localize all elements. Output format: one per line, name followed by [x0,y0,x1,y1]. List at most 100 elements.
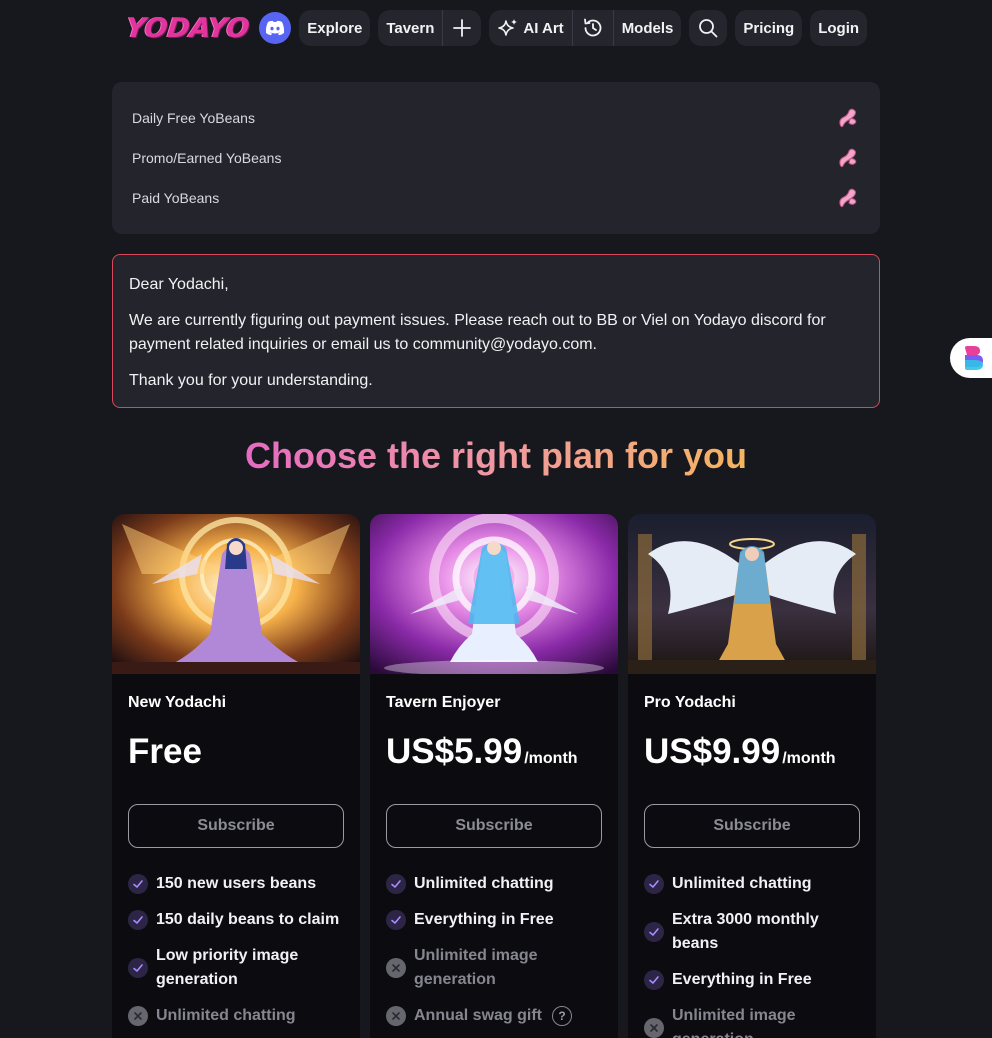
plan-price: US$5.99 /month [386,732,602,774]
plan-price: US$9.99 /month [644,732,860,774]
extension-logo-icon [965,346,983,370]
top-nav: YODAYO Explore Tavern AI Art Models Pric… [124,10,868,46]
ai-art-link[interactable]: AI Art [489,10,571,46]
help-icon[interactable]: ? [552,1006,572,1026]
notice-closing: Thank you for your understanding. [129,372,373,389]
bean-row-daily: Daily Free YoBeans [132,98,860,138]
login-button[interactable]: Login [810,10,868,46]
plus-icon [453,19,472,37]
feature-text: 150 daily beans to claim [156,911,340,928]
yodayo-logo[interactable]: YODAYO [124,13,251,44]
price-value: US$5.99 [386,732,523,771]
feature-item: Everything in Free [386,908,602,932]
feature-item: Unlimited image generation [644,1004,860,1038]
cross-icon [386,1006,406,1026]
pricing-link[interactable]: Pricing [735,10,803,46]
feature-item: 150 new users beans [128,872,344,896]
price-value: US$9.99 [644,732,781,771]
tavern-link[interactable]: Tavern [378,10,442,46]
plan-artwork [112,514,360,674]
feature-text: Everything in Free [672,971,812,988]
feature-text: Annual swag gift [414,1007,542,1024]
bean-label: Paid YoBeans [132,190,220,206]
price-value: Free [128,732,202,771]
new-chat-button[interactable] [442,10,481,46]
subscribe-button[interactable]: Subscribe [128,804,344,848]
feature-item: Everything in Free [644,968,860,992]
feature-text: Unlimited image generation [414,947,538,988]
search-icon [699,19,718,38]
history-icon [583,18,602,37]
price-unit: /month [782,750,836,767]
discord-icon [266,20,285,36]
subscribe-button[interactable]: Subscribe [644,804,860,848]
tavern-label: Tavern [386,19,435,37]
sparkle-icon [498,19,518,36]
feature-item: Unlimited chatting [386,872,602,896]
check-icon [128,958,148,978]
pricing-headline: Choose the right plan for you [0,432,992,480]
feature-item: Unlimited chatting [128,1004,344,1028]
plan-artwork [628,514,876,674]
price-unit: /month [524,750,578,767]
check-icon [386,874,406,894]
bean-label: Daily Free YoBeans [132,110,255,126]
payment-notice: Dear Yodachi, We are currently figuring … [112,254,880,408]
models-label: Models [621,19,674,37]
pricing-label: Pricing [743,19,795,37]
plan-name: Tavern Enjoyer [386,694,501,711]
feature-list: Unlimited chatting Everything in Free Un… [386,872,602,1028]
feature-item: Low priority image generation [128,944,344,992]
headline-text: Choose the right plan for you [245,435,747,476]
plan-name: New Yodachi [128,694,227,711]
bean-row-paid: Paid YoBeans [132,178,860,218]
login-label: Login [818,19,860,37]
feature-text: Unlimited image generation [672,1007,796,1038]
beans-balance-panel: Daily Free YoBeans Promo/Earned YoBeans … [112,82,880,234]
plan-artwork [370,514,618,674]
feature-text: Unlimited chatting [414,875,554,892]
bean-icon [839,108,857,128]
check-icon [386,910,406,930]
check-icon [644,970,664,990]
plan-card-pro-yodachi: Pro Yodachi US$9.99 /month Subscribe Unl… [628,514,876,1038]
check-icon [644,874,664,894]
cross-icon [386,958,406,978]
explore-label: Explore [307,19,363,37]
floating-extension-button[interactable] [950,338,992,378]
explore-link[interactable]: Explore [299,10,371,46]
check-icon [644,922,664,942]
bean-icon [839,188,857,208]
notice-greeting: Dear Yodachi, [129,276,229,293]
feature-list: 150 new users beans 150 daily beans to c… [128,872,344,1028]
bean-row-promo: Promo/Earned YoBeans [132,138,860,178]
subscribe-button[interactable]: Subscribe [386,804,602,848]
check-icon [128,910,148,930]
bean-icon [839,148,857,168]
models-link[interactable]: Models [612,10,682,46]
feature-text: Unlimited chatting [156,1007,296,1024]
feature-text: Everything in Free [414,911,554,928]
feature-text: Low priority image generation [156,947,299,988]
feature-item: Unlimited image generation [386,944,602,992]
plan-name: Pro Yodachi [644,694,736,711]
feature-text: Extra 3000 monthly beans [672,911,819,952]
cross-icon [644,1018,664,1038]
ai-art-label: AI Art [523,19,564,37]
feature-item: 150 daily beans to claim [128,908,344,932]
plan-card-tavern-enjoyer: Tavern Enjoyer US$5.99 /month Subscribe … [370,514,618,1038]
feature-item: Annual swag gift ? [386,1004,602,1028]
feature-item: Extra 3000 monthly beans [644,908,860,956]
feature-text: 150 new users beans [156,875,317,892]
tavern-group: Tavern [378,10,482,46]
feature-list: Unlimited chatting Extra 3000 monthly be… [644,872,860,1038]
search-button[interactable] [689,10,728,46]
check-icon [128,874,148,894]
history-button[interactable] [571,10,613,46]
feature-item: Unlimited chatting [644,872,860,896]
discord-button[interactable] [259,12,292,44]
notice-body: We are currently figuring out payment is… [129,312,826,353]
plan-price: Free [128,732,344,774]
cross-icon [128,1006,148,1026]
feature-text: Unlimited chatting [672,875,812,892]
